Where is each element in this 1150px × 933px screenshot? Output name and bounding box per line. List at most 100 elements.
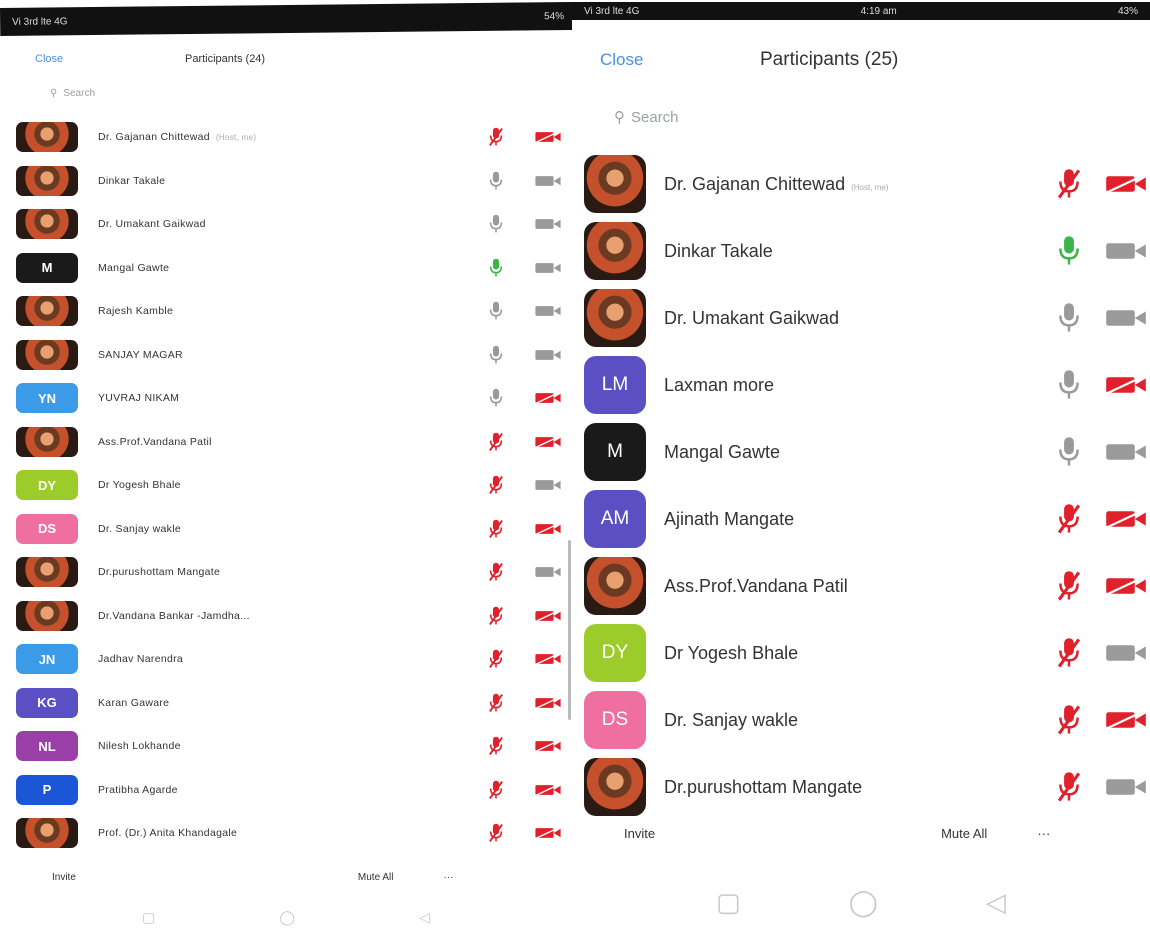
participant-row[interactable]: Dinkar Takale — [0, 164, 572, 198]
microphone-icon[interactable] — [488, 301, 504, 321]
back-triangle-icon[interactable]: ◁ — [986, 887, 1006, 918]
avatar — [584, 222, 646, 280]
mute-all-button[interactable]: Mute All — [358, 872, 394, 883]
home-circle-icon[interactable]: ◯ — [849, 887, 878, 918]
avatar — [16, 600, 78, 631]
microphone-icon[interactable] — [1056, 704, 1082, 736]
participant-row[interactable]: YN YUVRAJ NIKAM — [0, 381, 572, 415]
avatar: DS — [584, 691, 646, 749]
participant-row[interactable]: Dr. Gajanan Chittewad (Host, me) — [572, 150, 1150, 218]
scrollbar[interactable] — [568, 540, 571, 720]
microphone-icon[interactable] — [488, 649, 504, 669]
participant-row[interactable]: Dr.Vandana Bankar -Jamdha... — [0, 599, 572, 633]
video-camera-icon — [1104, 240, 1148, 262]
participants-header: Close Participants (25) — [572, 40, 1150, 80]
host-badge: (Host, me) — [851, 182, 889, 192]
participant-row[interactable]: Dr. Umakant Gaikwad — [0, 207, 572, 241]
avatar: P — [16, 774, 78, 805]
invite-button[interactable]: Invite — [52, 872, 76, 883]
participant-row[interactable]: AM Ajinath Mangate — [572, 485, 1150, 553]
recent-square-icon[interactable]: ▢ — [716, 887, 741, 918]
microphone-icon[interactable] — [1056, 168, 1082, 200]
status-battery: 54% — [544, 10, 565, 22]
participant-name: Jadhav Narendra — [98, 653, 184, 665]
microphone-icon[interactable] — [1056, 235, 1082, 267]
microphone-icon[interactable] — [488, 345, 504, 365]
participant-name: Dr. Sanjay wakle — [664, 709, 799, 730]
participant-row[interactable]: Dr.purushottam Mangate — [0, 555, 572, 589]
microphone-icon[interactable] — [1056, 503, 1082, 535]
avatar — [16, 165, 78, 196]
video-camera-icon — [530, 826, 566, 840]
participant-row[interactable]: Dinkar Takale — [572, 217, 1150, 285]
microphone-icon[interactable] — [1056, 570, 1082, 602]
microphone-icon[interactable] — [488, 214, 504, 234]
participant-row[interactable]: M Mangal Gawte — [572, 418, 1150, 486]
microphone-icon[interactable] — [488, 258, 504, 278]
participant-row[interactable]: P Pratibha Agarde — [0, 773, 572, 807]
microphone-icon[interactable] — [488, 823, 504, 843]
participant-row[interactable]: DS Dr. Sanjay wakle — [572, 686, 1150, 754]
video-camera-icon — [1104, 508, 1148, 530]
video-camera-icon — [530, 261, 566, 275]
participant-row[interactable]: DY Dr Yogesh Bhale — [0, 468, 572, 502]
microphone-icon[interactable] — [488, 693, 504, 713]
participant-row[interactable]: DY Dr Yogesh Bhale — [572, 619, 1150, 687]
participant-row[interactable]: SANJAY MAGAR — [0, 338, 572, 372]
invite-button[interactable]: Invite — [624, 826, 655, 841]
microphone-icon[interactable] — [488, 519, 504, 539]
participant-row[interactable]: Ass.Prof.Vandana Patil — [572, 552, 1150, 620]
participant-name: Mangal Gawte — [98, 261, 170, 274]
microphone-icon[interactable] — [488, 388, 504, 408]
avatar — [16, 818, 78, 848]
status-time: 4:19 am — [860, 5, 897, 17]
avatar — [584, 557, 646, 615]
participant-name: Nilesh Lokhande — [98, 740, 181, 752]
video-camera-icon — [530, 304, 566, 318]
status-carrier: Vi 3rd lte 4G — [12, 15, 68, 28]
search-placeholder: Search — [63, 88, 96, 99]
microphone-icon[interactable] — [488, 475, 504, 495]
mute-all-button[interactable]: Mute All — [941, 826, 987, 841]
home-circle-icon[interactable]: ◯ — [279, 909, 295, 926]
microphone-icon[interactable] — [488, 127, 504, 147]
microphone-icon[interactable] — [1056, 436, 1082, 468]
more-button[interactable]: ··· — [443, 872, 453, 883]
participant-row[interactable]: LM Laxman more — [572, 351, 1150, 419]
video-camera-icon — [530, 435, 566, 449]
back-triangle-icon[interactable]: ◁ — [419, 909, 430, 926]
search-input[interactable]: ⚲ Search — [614, 108, 679, 127]
microphone-icon[interactable] — [488, 562, 504, 582]
participant-row[interactable]: Ass.Prof.Vandana Patil — [0, 425, 572, 459]
participant-row[interactable]: JN Jadhav Narendra — [0, 642, 572, 676]
participant-row[interactable]: Dr. Gajanan Chittewad (Host, me) — [0, 120, 572, 154]
more-button[interactable]: ··· — [1037, 826, 1050, 841]
participant-row[interactable]: NL Nilesh Lokhande — [0, 729, 572, 763]
close-button[interactable]: Close — [600, 50, 760, 70]
participant-row[interactable]: Rajesh Kamble — [0, 294, 572, 328]
microphone-icon[interactable] — [488, 171, 504, 191]
participant-row[interactable]: Prof. (Dr.) Anita Khandagale — [0, 816, 572, 850]
status-bar: Vi 3rd lte 4G 4:19 am 43% — [572, 2, 1150, 20]
participant-row[interactable]: Dr. Umakant Gaikwad — [572, 284, 1150, 352]
participant-row[interactable]: DS Dr. Sanjay wakle — [0, 512, 572, 546]
microphone-icon[interactable] — [1056, 302, 1082, 334]
microphone-icon[interactable] — [1056, 369, 1082, 401]
microphone-icon[interactable] — [488, 432, 504, 452]
participant-row[interactable]: KG Karan Gaware — [0, 686, 572, 720]
video-camera-icon — [1104, 642, 1148, 664]
participant-name: Prof. (Dr.) Anita Khandagale — [98, 827, 238, 839]
video-camera-icon — [530, 609, 566, 623]
participant-row[interactable]: Dr.purushottam Mangate — [572, 753, 1150, 821]
recent-square-icon[interactable]: ▢ — [142, 909, 155, 926]
microphone-icon[interactable] — [1056, 771, 1082, 803]
microphone-icon[interactable] — [1056, 637, 1082, 669]
microphone-icon[interactable] — [488, 606, 504, 626]
video-camera-icon — [530, 783, 566, 797]
microphone-icon[interactable] — [488, 736, 504, 756]
search-input[interactable]: ⚲ Search — [50, 88, 95, 99]
participant-row[interactable]: M Mangal Gawte — [0, 251, 572, 285]
close-button[interactable]: Close — [35, 53, 185, 65]
microphone-icon[interactable] — [488, 780, 504, 800]
video-camera-icon — [530, 522, 566, 536]
